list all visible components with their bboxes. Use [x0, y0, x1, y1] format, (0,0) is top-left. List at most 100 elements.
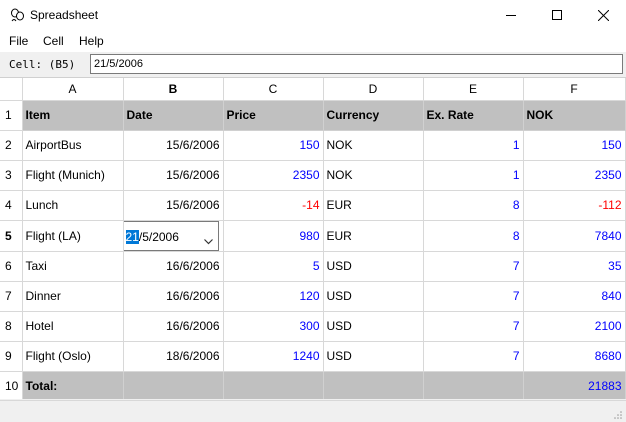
date-cell[interactable]: 16/6/2006 [123, 281, 224, 312]
header-cell-nok[interactable]: NOK [523, 100, 626, 131]
menu-help[interactable]: Help [79, 34, 104, 48]
nok-cell[interactable]: 840 [523, 281, 626, 312]
price-cell[interactable]: 120 [223, 281, 324, 312]
currency-cell[interactable]: USD [323, 341, 424, 372]
rate-cell[interactable]: 7 [423, 341, 524, 372]
currency-cell[interactable]: NOK [323, 130, 424, 161]
total-nok-cell[interactable]: 21883 [523, 371, 626, 399]
nok-cell[interactable]: -112 [523, 190, 626, 221]
date-cell[interactable]: 18/6/2006 [123, 341, 224, 372]
item-cell[interactable]: Flight (Oslo) [22, 341, 124, 372]
rate-cell[interactable]: 7 [423, 311, 524, 342]
date-cell[interactable]: 15/6/2006 [123, 160, 224, 191]
table-row: 4 Lunch 15/6/2006 -14 EUR 8 -112 [0, 190, 626, 221]
column-header-c[interactable]: C [223, 78, 324, 101]
row-header[interactable]: 8 [0, 311, 23, 342]
rate-cell[interactable]: 7 [423, 281, 524, 312]
currency-cell[interactable]: USD [323, 251, 424, 282]
row-header[interactable]: 2 [0, 130, 23, 161]
date-cell[interactable]: 15/6/2006 [123, 190, 224, 221]
row-header[interactable]: 10 [0, 371, 23, 399]
row-header[interactable]: 5 [0, 220, 23, 252]
date-editor-text[interactable]: 21/5/2006 [125, 229, 179, 244]
price-cell[interactable]: 5 [223, 251, 324, 282]
header-cell-item[interactable]: Item [22, 100, 124, 131]
rate-cell[interactable]: 1 [423, 160, 524, 191]
price-cell[interactable]: 980 [223, 220, 324, 252]
currency-cell[interactable]: EUR [323, 190, 424, 221]
rate-cell[interactable]: 7 [423, 251, 524, 282]
column-header-b[interactable]: B [123, 78, 224, 101]
row-header[interactable]: 9 [0, 341, 23, 372]
nok-cell[interactable]: 2350 [523, 160, 626, 191]
minimize-icon [506, 15, 516, 16]
nok-cell[interactable]: 150 [523, 130, 626, 161]
date-cell[interactable]: 16/6/2006 [123, 251, 224, 282]
item-cell[interactable]: Taxi [22, 251, 124, 282]
table-cell[interactable] [423, 371, 524, 399]
price-cell[interactable]: 1240 [223, 341, 324, 372]
item-cell[interactable]: Lunch [22, 190, 124, 221]
status-bar [0, 400, 626, 422]
row-header[interactable]: 7 [0, 281, 23, 312]
table-row: 6 Taxi 16/6/2006 5 USD 7 35 [0, 251, 626, 282]
table-cell[interactable] [123, 371, 224, 399]
currency-cell[interactable]: USD [323, 281, 424, 312]
total-label[interactable]: Total: [22, 371, 124, 399]
rate-cell[interactable]: 8 [423, 190, 524, 221]
nok-cell[interactable]: 8680 [523, 341, 626, 372]
nok-cell[interactable]: 35 [523, 251, 626, 282]
title-bar: Spreadsheet [0, 0, 626, 30]
date-cell[interactable]: 15/6/2006 [123, 130, 224, 161]
item-cell[interactable]: Dinner [22, 281, 124, 312]
table-cell[interactable] [223, 371, 324, 399]
item-cell[interactable]: AirportBus [22, 130, 124, 161]
corner-cell[interactable] [0, 78, 23, 101]
header-cell-currency[interactable]: Currency [323, 100, 424, 131]
price-cell[interactable]: 2350 [223, 160, 324, 191]
date-cell[interactable]: 21/5/2006 [123, 220, 224, 252]
column-header-a[interactable]: A [22, 78, 124, 101]
item-cell[interactable]: Flight (LA) [22, 220, 124, 252]
header-cell-price[interactable]: Price [223, 100, 324, 131]
close-button[interactable] [580, 0, 626, 30]
maximize-button[interactable] [534, 0, 580, 30]
table-row: 8 Hotel 16/6/2006 300 USD 7 2100 [0, 311, 626, 342]
menu-cell[interactable]: Cell [43, 34, 64, 48]
rate-cell[interactable]: 1 [423, 130, 524, 161]
nok-cell[interactable]: 2100 [523, 311, 626, 342]
date-editor[interactable]: 21/5/2006 [123, 220, 219, 250]
table-header-row: 1 Item Date Price Currency Ex. Rate NOK [0, 100, 626, 131]
rate-cell[interactable]: 8 [423, 220, 524, 252]
row-header[interactable]: 4 [0, 190, 23, 221]
table-row: 9 Flight (Oslo) 18/6/2006 1240 USD 7 8680 [0, 341, 626, 372]
header-cell-rate[interactable]: Ex. Rate [423, 100, 524, 131]
header-cell-date[interactable]: Date [123, 100, 224, 131]
chevron-down-icon[interactable] [203, 234, 213, 248]
row-header[interactable]: 6 [0, 251, 23, 282]
item-cell[interactable]: Flight (Munich) [22, 160, 124, 191]
table-cell[interactable] [323, 371, 424, 399]
price-cell[interactable]: -14 [223, 190, 324, 221]
resize-grip-icon[interactable] [613, 409, 623, 419]
menu-bar: File Cell Help [0, 30, 626, 52]
currency-cell[interactable]: NOK [323, 160, 424, 191]
currency-cell[interactable]: USD [323, 311, 424, 342]
currency-cell[interactable]: EUR [323, 220, 424, 252]
row-header[interactable]: 1 [0, 100, 23, 131]
menu-file[interactable]: File [9, 34, 28, 48]
table-row: 7 Dinner 16/6/2006 120 USD 7 840 [0, 281, 626, 312]
maximize-icon [552, 10, 562, 20]
nok-cell[interactable]: 7840 [523, 220, 626, 252]
column-header-e[interactable]: E [423, 78, 524, 101]
total-row: 10 Total: 21883 [0, 371, 626, 399]
date-cell[interactable]: 16/6/2006 [123, 311, 224, 342]
minimize-button[interactable] [488, 0, 534, 30]
price-cell[interactable]: 150 [223, 130, 324, 161]
price-cell[interactable]: 300 [223, 311, 324, 342]
item-cell[interactable]: Hotel [22, 311, 124, 342]
column-header-f[interactable]: F [523, 78, 626, 101]
formula-input[interactable] [90, 54, 623, 74]
column-header-d[interactable]: D [323, 78, 424, 101]
row-header[interactable]: 3 [0, 160, 23, 191]
